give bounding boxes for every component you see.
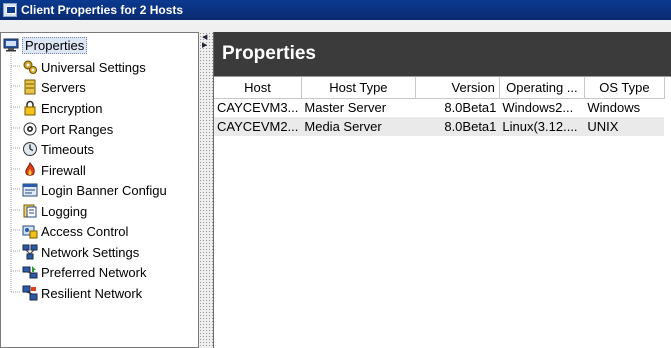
tree-item-access-control[interactable]: Access Control: [22, 221, 128, 241]
banner-icon: [22, 182, 38, 198]
tree-item-timeouts[interactable]: Timeouts: [22, 139, 94, 159]
tree-item-login-banner[interactable]: Login Banner Configu: [22, 180, 167, 200]
settings-icon: [22, 59, 38, 75]
tree-item-resilient-network[interactable]: Resilient Network: [22, 283, 142, 303]
cell-operating-system: Windows2...: [502, 100, 574, 116]
cell-os-type: UNIX: [584, 117, 665, 136]
tree-item-servers[interactable]: Servers: [22, 77, 86, 97]
cell-os-type: Windows: [587, 100, 641, 116]
tree-item-port-ranges[interactable]: Port Ranges: [22, 119, 113, 139]
tree-item-label: Logging: [41, 203, 88, 219]
lock-icon: [22, 100, 38, 116]
tree-item-label: Login Banner Configu: [41, 182, 167, 198]
firewall-icon: [22, 162, 38, 178]
column-header-host[interactable]: Host: [214, 77, 302, 99]
tree-root-properties[interactable]: Properties: [3, 36, 88, 54]
hosts-table-container: Host Host Type Version Operating ... OS …: [214, 76, 671, 348]
tree-item-encryption[interactable]: Encryption: [22, 98, 102, 118]
tree-item-universal-settings[interactable]: Universal Settings: [22, 57, 146, 77]
cell-host: CAYCEVM3...: [217, 100, 299, 116]
server-icon: [22, 79, 38, 95]
access-control-icon: [22, 223, 38, 239]
properties-panel: Properties Host Host Type Version Operat…: [213, 32, 671, 348]
column-header-version[interactable]: Version: [415, 77, 500, 99]
resilient-network-icon: [22, 285, 38, 301]
table-row[interactable]: CAYCEVM3... Master Server 8.0Beta1 Windo…: [214, 98, 664, 117]
collapse-arrows-icon[interactable]: ◀ ▶: [202, 34, 210, 50]
tree-item-label: Port Ranges: [41, 121, 114, 137]
clock-icon: [22, 141, 38, 157]
properties-tree[interactable]: Properties Universal Settings Servers En…: [0, 32, 199, 348]
window-title-bar: Client Properties for 2 Hosts: [0, 0, 671, 20]
log-icon: [22, 203, 38, 219]
table-row[interactable]: CAYCEVM2... Media Server 8.0Beta1 Linux(…: [214, 117, 665, 136]
cell-host: CAYCEVM2...: [214, 117, 302, 136]
network-settings-icon: [22, 244, 38, 260]
tree-item-logging[interactable]: Logging: [22, 201, 87, 221]
cell-host-type: Media Server: [301, 117, 416, 136]
cell-operating-system: Linux(3.12....: [499, 117, 585, 136]
tree-root-label: Properties: [22, 36, 88, 54]
pane-splitter[interactable]: ◀ ▶: [199, 32, 213, 348]
cell-version: 8.0Beta1: [415, 117, 500, 136]
tree-item-label: Preferred Network: [41, 264, 147, 280]
tree-item-label: Servers: [41, 79, 86, 95]
computer-icon: [3, 38, 19, 52]
preferred-network-icon: [22, 264, 38, 280]
tree-item-label: Firewall: [41, 162, 86, 178]
column-header-operating-system[interactable]: Operating ...: [499, 77, 585, 99]
panel-title: Properties: [214, 32, 671, 76]
tree-item-label: Timeouts: [41, 141, 94, 157]
tree-item-label: Universal Settings: [41, 59, 146, 75]
tree-item-label: Resilient Network: [41, 285, 143, 301]
hosts-table: Host Host Type Version Operating ... OS …: [214, 77, 665, 136]
table-header-row: Host Host Type Version Operating ... OS …: [214, 77, 665, 99]
tree-item-preferred-network[interactable]: Preferred Network: [22, 262, 146, 282]
tree-item-firewall[interactable]: Firewall: [22, 160, 86, 180]
tree-item-label: Encryption: [41, 100, 103, 116]
port-icon: [22, 121, 38, 137]
column-header-os-type[interactable]: OS Type: [584, 77, 665, 99]
tree-item-label: Access Control: [41, 223, 129, 239]
app-icon: [3, 3, 17, 17]
tree-item-network-settings[interactable]: Network Settings: [22, 242, 139, 262]
cell-host-type: Master Server: [304, 100, 387, 116]
window-title: Client Properties for 2 Hosts: [21, 3, 184, 17]
column-header-host-type[interactable]: Host Type: [301, 77, 416, 99]
cell-version: 8.0Beta1: [444, 100, 497, 116]
tree-item-label: Network Settings: [41, 244, 140, 260]
